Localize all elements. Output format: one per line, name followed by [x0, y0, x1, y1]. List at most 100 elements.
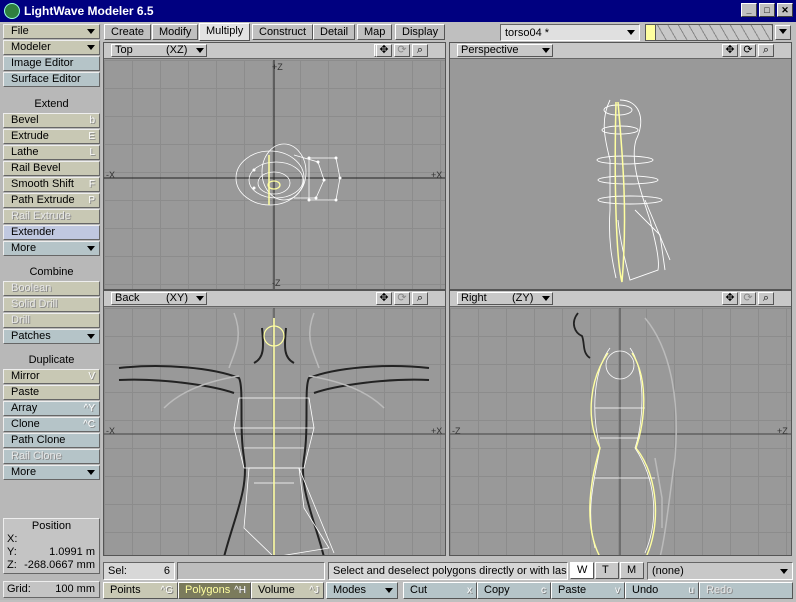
- image-editor-button[interactable]: Image Editor: [3, 56, 100, 71]
- sidebar-modeler-menu[interactable]: Modeler: [3, 40, 100, 55]
- array-button[interactable]: Array ^Y: [3, 401, 100, 416]
- button-label: Array: [11, 402, 38, 414]
- shortcut-key: L: [89, 147, 95, 158]
- mirror-button[interactable]: Mirror V: [3, 369, 100, 384]
- foreground-layer-indicator[interactable]: [646, 25, 656, 40]
- modes-menu[interactable]: Modes: [326, 582, 398, 599]
- tab-modify[interactable]: Modify: [152, 24, 199, 40]
- layer-menu-button[interactable]: [775, 25, 791, 40]
- viewport-canvas[interactable]: -Z +Z: [450, 308, 791, 555]
- status-message: Select and deselect polygons directly or…: [328, 562, 568, 580]
- button-label: Polygons: [185, 584, 231, 596]
- viewport-view-menu[interactable]: Perspective: [457, 44, 553, 57]
- button-label: Paste: [558, 584, 587, 596]
- shortcut-key: F: [88, 179, 95, 190]
- chevron-down-icon: [196, 48, 204, 53]
- material-toggle[interactable]: M: [620, 562, 644, 579]
- paste-button[interactable]: Paste v: [551, 582, 625, 599]
- texture-toggle[interactable]: T: [595, 562, 619, 579]
- zoom-icon[interactable]: ⌕: [758, 292, 774, 305]
- lathe-button[interactable]: Lathe L: [3, 145, 100, 160]
- copy-button[interactable]: Copy c: [477, 582, 551, 599]
- surface-selector[interactable]: (none): [647, 562, 793, 580]
- patches-menu[interactable]: Patches: [3, 329, 100, 344]
- z-value: -268.0667 mm: [24, 559, 95, 571]
- cut-button[interactable]: Cut x: [403, 582, 477, 599]
- viewport-canvas[interactable]: +Z -X +X -Z: [104, 60, 445, 289]
- move-icon[interactable]: ✥: [376, 44, 392, 57]
- viewport-name: Top: [115, 44, 133, 56]
- viewport-view-menu[interactable]: Back (XY): [111, 292, 207, 305]
- position-label: Position: [31, 520, 72, 532]
- tab-detail[interactable]: Detail: [313, 24, 356, 40]
- extender-button[interactable]: Extender: [3, 225, 100, 240]
- viewport-canvas[interactable]: [450, 60, 791, 289]
- minimize-button[interactable]: _: [741, 3, 757, 17]
- shortcut-key: v: [615, 585, 620, 596]
- position-panel: Position X: Y: 1.0991 m Z: -268.0667 mm: [3, 518, 100, 574]
- viewport-top[interactable]: Top (XZ) ✥ ⟳ ⌕ +Z -X +X -Z: [103, 42, 446, 290]
- move-icon[interactable]: ✥: [722, 44, 738, 57]
- surface-value: (none): [652, 565, 684, 577]
- object-selector[interactable]: torso04 *: [500, 24, 640, 41]
- zoom-icon[interactable]: ⌕: [412, 44, 428, 57]
- chevron-down-icon: [87, 246, 95, 251]
- extend-more-menu[interactable]: More: [3, 241, 100, 256]
- clone-button[interactable]: Clone ^C: [3, 417, 100, 432]
- rotate-icon[interactable]: ⟳: [394, 292, 410, 305]
- chevron-down-icon: [87, 334, 95, 339]
- tab-multiply[interactable]: Multiply: [199, 23, 251, 41]
- sidebar-file-menu[interactable]: File: [3, 24, 100, 39]
- button-label: Patches: [11, 330, 51, 342]
- tab-map[interactable]: Map: [357, 24, 393, 40]
- chevron-down-icon: [542, 48, 550, 53]
- tab-create[interactable]: Create: [104, 24, 152, 40]
- zoom-icon[interactable]: ⌕: [758, 44, 774, 57]
- polygons-mode-button[interactable]: Polygons ^H: [178, 582, 251, 599]
- zoom-icon[interactable]: ⌕: [412, 292, 428, 305]
- wireframe-toggle[interactable]: W: [570, 562, 594, 579]
- maximize-button[interactable]: □: [759, 3, 775, 17]
- shortcut-key: V: [88, 371, 95, 382]
- layer-buttons[interactable]: [645, 24, 773, 41]
- progress-field: [177, 562, 325, 580]
- shortcut-key: ^J: [309, 585, 319, 596]
- rotate-icon[interactable]: ⟳: [740, 44, 756, 57]
- sidebar-item-label: Modeler: [11, 41, 51, 53]
- rail-bevel-button[interactable]: Rail Bevel: [3, 161, 100, 176]
- duplicate-more-menu[interactable]: More: [3, 465, 100, 480]
- rotate-icon[interactable]: ⟳: [740, 292, 756, 305]
- rotate-icon[interactable]: ⟳: [394, 44, 410, 57]
- viewport-back[interactable]: Back (XY) ✥ ⟳ ⌕ -X +X: [103, 290, 446, 556]
- path-extrude-button[interactable]: Path Extrude P: [3, 193, 100, 208]
- button-label: Lathe: [11, 146, 39, 158]
- viewport-header: Right (ZY) ✥ ⟳ ⌕: [450, 291, 791, 307]
- bevel-button[interactable]: Bevel b: [3, 113, 100, 128]
- chevron-down-icon: [87, 470, 95, 475]
- close-button[interactable]: ✕: [777, 3, 793, 17]
- viewport-perspective[interactable]: Perspective ✥ ⟳ ⌕: [449, 42, 792, 290]
- boolean-button: Boolean: [3, 281, 100, 296]
- axis-label-minus-z: -Z: [272, 278, 281, 288]
- shortcut-key: ^C: [83, 419, 95, 430]
- viewport-name: Back: [115, 292, 140, 304]
- viewport-right[interactable]: Right (ZY) ✥ ⟳ ⌕ -Z +Z: [449, 290, 792, 556]
- path-clone-button[interactable]: Path Clone: [3, 433, 100, 448]
- move-icon[interactable]: ✥: [376, 292, 392, 305]
- move-icon[interactable]: ✥: [722, 292, 738, 305]
- extrude-button[interactable]: Extrude E: [3, 129, 100, 144]
- tab-construct[interactable]: Construct: [252, 24, 314, 40]
- smooth-shift-button[interactable]: Smooth Shift F: [3, 177, 100, 192]
- volume-mode-button[interactable]: Volume ^J: [251, 582, 324, 599]
- viewport-view-menu[interactable]: Right (ZY): [457, 292, 553, 305]
- surface-editor-button[interactable]: Surface Editor: [3, 72, 100, 87]
- points-mode-button[interactable]: Points ^G: [103, 582, 178, 599]
- viewport-axes: (XY): [166, 292, 188, 304]
- viewport-view-menu[interactable]: Top (XZ): [111, 44, 207, 57]
- viewport-canvas[interactable]: -X +X: [104, 308, 445, 555]
- tab-display[interactable]: Display: [395, 24, 446, 40]
- shortcut-key: E: [88, 131, 95, 142]
- viewport-header: Top (XZ) ✥ ⟳ ⌕: [104, 43, 445, 59]
- undo-button[interactable]: Undo u: [625, 582, 699, 599]
- paste-duplicate-button[interactable]: Paste: [3, 385, 100, 400]
